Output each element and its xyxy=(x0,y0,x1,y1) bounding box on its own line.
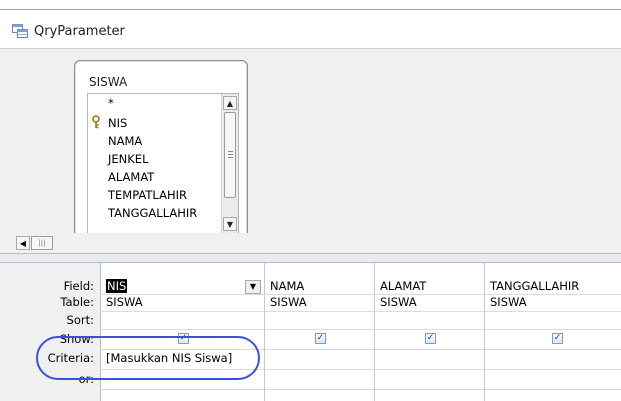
pane-splitter[interactable] xyxy=(0,253,621,263)
show-checkbox[interactable]: ✓ xyxy=(315,333,326,344)
scroll-down-button[interactable]: ▼ xyxy=(223,217,237,231)
grid-field-cell[interactable]: TANGGALLAHIR xyxy=(490,279,579,293)
table-pane-hscrollbar[interactable]: ◀ ||| xyxy=(0,233,621,253)
field-list-box[interactable]: * NIS NAMA JENKEL ALAMAT TEMPATLAHIR TAN… xyxy=(87,93,239,235)
field-dropdown-button[interactable]: ▼ xyxy=(245,280,261,294)
row-label-table: Table: xyxy=(60,295,94,309)
grid-col-divider xyxy=(374,263,375,401)
hscroll-thumb[interactable]: ||| xyxy=(31,236,53,250)
siswa-field-list[interactable]: SISWA * NIS NAMA JENKEL ALAMAT TEMPATLAH… xyxy=(74,60,248,240)
scroll-up-button[interactable]: ▲ xyxy=(223,96,237,110)
grid-row-divider xyxy=(100,311,621,312)
primary-key-icon xyxy=(91,115,101,132)
window-top-border xyxy=(0,0,621,10)
field-list-item[interactable]: NAMA xyxy=(108,134,142,148)
show-checkbox[interactable]: ✓ xyxy=(425,333,436,344)
grid-col-divider xyxy=(484,263,485,401)
scroll-thumb[interactable] xyxy=(224,112,236,198)
field-list-item[interactable]: TEMPATLAHIR xyxy=(108,188,187,202)
field-list-item[interactable]: NIS xyxy=(108,116,127,130)
grid-table-cell[interactable]: SISWA xyxy=(380,295,417,309)
row-label-sort: Sort: xyxy=(66,313,94,327)
grid-row-labels: Field: Table: Sort: Show: Criteria: or: xyxy=(0,263,101,401)
selected-field-text[interactable]: NIS xyxy=(106,279,128,293)
design-grid[interactable]: Field: Table: Sort: Show: Criteria: or: … xyxy=(0,263,621,401)
criteria-highlight-annotation xyxy=(36,336,260,380)
grid-row-divider xyxy=(100,294,621,295)
grid-table-cell[interactable]: SISWA xyxy=(490,295,527,309)
field-list-scrollbar[interactable]: ▲ ▼ xyxy=(221,94,238,234)
query-tab[interactable]: QryParameter xyxy=(12,18,125,44)
query-tab-title: QryParameter xyxy=(34,23,125,39)
grid-row-divider xyxy=(100,329,621,330)
grid-row-divider xyxy=(100,389,621,390)
grid-field-cell[interactable]: ALAMAT xyxy=(380,279,426,293)
field-list-title[interactable]: SISWA xyxy=(89,75,127,89)
field-list-item[interactable]: * xyxy=(108,96,114,110)
show-checkbox[interactable]: ✓ xyxy=(552,333,563,344)
query-icon xyxy=(12,24,28,38)
field-list-item[interactable]: ALAMAT xyxy=(108,170,154,184)
grid-table-cell[interactable]: SISWA xyxy=(270,295,307,309)
grid-table-cell[interactable]: SISWA xyxy=(106,295,143,309)
row-label-field: Field: xyxy=(63,279,94,293)
field-list-item[interactable]: TANGGALLAHIR xyxy=(108,206,197,220)
grid-field-cell[interactable]: NAMA xyxy=(270,279,304,293)
field-list-item[interactable]: JENKEL xyxy=(108,152,148,166)
scroll-left-button[interactable]: ◀ xyxy=(16,236,30,250)
grid-col-divider xyxy=(264,263,265,401)
